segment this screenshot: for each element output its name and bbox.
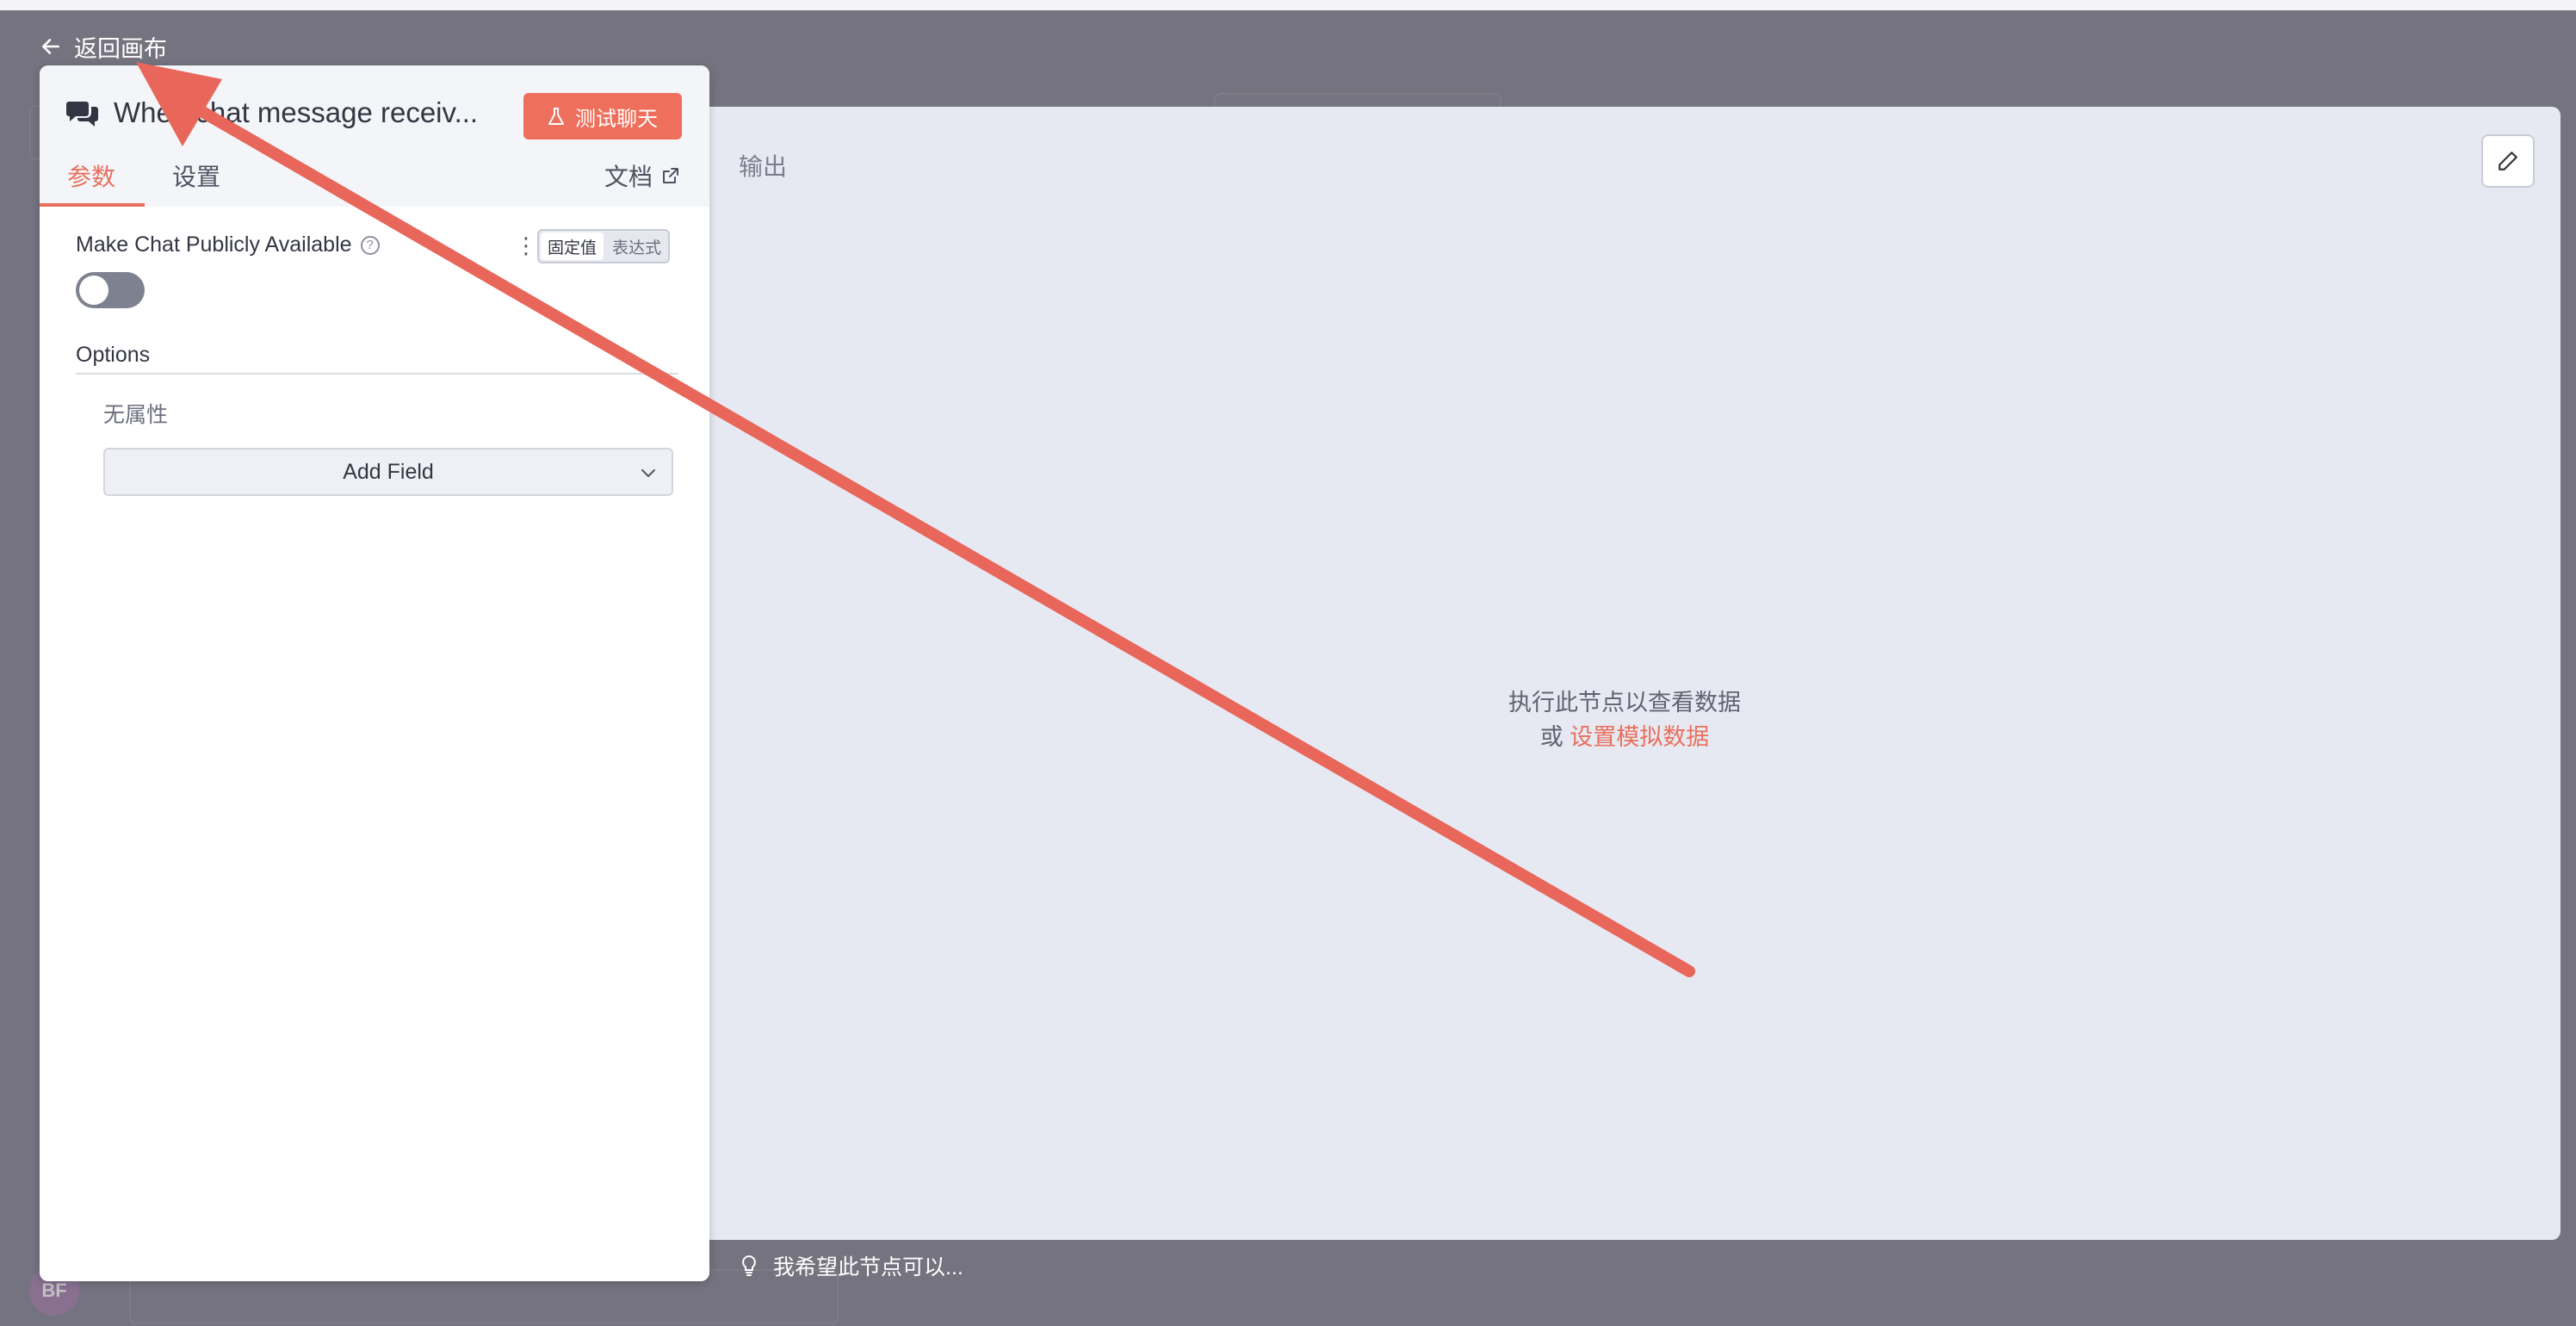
node-parameters-panel: When chat message receiv... 测试聊天 参数 设置 文… — [40, 65, 709, 1281]
mode-fixed[interactable]: 固定值 — [541, 232, 604, 260]
docs-link[interactable]: 文档 — [604, 158, 680, 193]
mode-expression[interactable]: 表达式 — [605, 231, 668, 262]
test-chat-button[interactable]: 测试聊天 — [523, 93, 682, 139]
docs-label: 文档 — [604, 164, 653, 190]
active-tab-indicator — [40, 203, 145, 207]
add-field-label: Add Field — [343, 459, 434, 484]
make-public-text: Make Chat Publicly Available — [76, 232, 352, 257]
avatar-initials: BF — [41, 1280, 67, 1301]
top-strip — [0, 0, 2576, 10]
output-title: 输出 — [739, 153, 788, 180]
output-empty-state: 执行此节点以查看数据 或 设置模拟数据 — [689, 685, 2561, 754]
edit-output-button[interactable] — [2481, 134, 2535, 188]
toggle-knob — [79, 276, 108, 305]
test-chat-label: 测试聊天 — [575, 107, 658, 131]
options-divider — [76, 373, 678, 375]
help-icon[interactable]: ? — [360, 235, 380, 255]
empty-or: 或 — [1539, 724, 1564, 750]
back-to-canvas-button[interactable]: 返回画布 — [40, 29, 167, 64]
no-properties-text: 无属性 — [103, 403, 169, 427]
flask-icon — [548, 108, 564, 125]
lightbulb-icon — [742, 1255, 756, 1276]
arrow-left-icon — [42, 39, 59, 54]
make-public-label: Make Chat Publicly Available ? — [76, 232, 380, 257]
chat-icon — [66, 102, 98, 127]
options-label: Options — [76, 343, 151, 367]
pencil-icon — [2499, 152, 2517, 170]
make-public-toggle[interactable] — [76, 272, 145, 308]
tab-settings[interactable]: 设置 — [172, 158, 220, 193]
add-field-dropdown[interactable]: Add Field — [103, 448, 673, 496]
set-mock-data-link[interactable]: 设置模拟数据 — [1570, 724, 1709, 750]
node-title[interactable]: When chat message receiv... — [114, 96, 478, 129]
more-options-icon[interactable]: ⋮ — [515, 234, 537, 257]
feedback-text: 我希望此节点可以... — [773, 1255, 963, 1280]
back-label: 返回画布 — [74, 35, 167, 62]
chevron-down-icon — [641, 469, 655, 477]
external-link-icon — [663, 168, 678, 183]
tab-parameters[interactable]: 参数 — [67, 158, 115, 193]
value-mode-selector: 固定值 表达式 — [537, 229, 671, 263]
empty-message: 执行此节点以查看数据 — [1508, 690, 1741, 716]
feedback-bar[interactable]: 我希望此节点可以... — [740, 1249, 963, 1283]
output-panel: 输出 执行此节点以查看数据 或 设置模拟数据 — [689, 107, 2561, 1240]
